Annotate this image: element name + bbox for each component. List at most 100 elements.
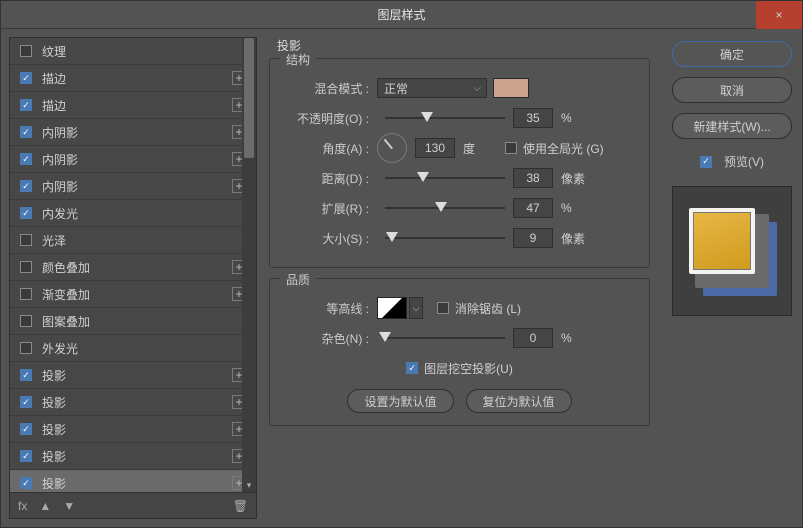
contour-picker[interactable]: [377, 297, 407, 319]
effect-row-13[interactable]: 投影: [10, 389, 256, 416]
effect-row-4[interactable]: 内阴影: [10, 146, 256, 173]
contour-chevron-icon[interactable]: ⌵: [409, 297, 423, 319]
quality-group: 品质 等高线 : ⌵ 消除锯齿 (L) 杂色(N) : 0 %: [269, 278, 650, 426]
effect-row-8[interactable]: 颜色叠加: [10, 254, 256, 281]
move-up-icon[interactable]: ▲: [39, 499, 51, 513]
ok-button[interactable]: 确定: [672, 41, 792, 67]
effect-row-6[interactable]: 内发光: [10, 200, 256, 227]
effect-checkbox[interactable]: [20, 153, 32, 165]
antialias-checkbox[interactable]: [437, 302, 449, 314]
effect-label: 内阴影: [42, 124, 78, 141]
angle-dial[interactable]: [377, 133, 407, 163]
effect-checkbox[interactable]: [20, 126, 32, 138]
effect-checkbox[interactable]: [20, 99, 32, 111]
noise-slider[interactable]: [385, 330, 505, 346]
structure-group: 结构 混合模式 : 正常 不透明度(O) : 35 % 角度(A) : 130 …: [269, 58, 650, 268]
effect-row-0[interactable]: 纹理: [10, 38, 256, 65]
distance-slider[interactable]: [385, 170, 505, 186]
size-label: 大小(S) :: [282, 230, 377, 247]
preview-checkbox[interactable]: [700, 156, 712, 168]
distance-input[interactable]: 38: [513, 168, 553, 188]
opacity-label: 不透明度(O) :: [282, 110, 377, 127]
effect-row-9[interactable]: 渐变叠加: [10, 281, 256, 308]
preview-label: 预览(V): [724, 153, 764, 170]
angle-input[interactable]: 130: [415, 138, 455, 158]
effect-row-1[interactable]: 描边: [10, 65, 256, 92]
effect-checkbox[interactable]: [20, 342, 32, 354]
effect-row-5[interactable]: 内阴影: [10, 173, 256, 200]
global-light-label: 使用全局光 (G): [523, 140, 604, 157]
effect-label: 纹理: [42, 43, 66, 60]
effect-label: 投影: [42, 394, 66, 411]
blend-mode-label: 混合模式 :: [282, 80, 377, 97]
effect-row-2[interactable]: 描边: [10, 92, 256, 119]
structure-legend: 结构: [280, 51, 316, 68]
scroll-thumb[interactable]: [244, 38, 254, 158]
effect-checkbox[interactable]: [20, 396, 32, 408]
effect-label: 颜色叠加: [42, 259, 90, 276]
global-light-checkbox[interactable]: [505, 142, 517, 154]
shadow-color-swatch[interactable]: [493, 78, 529, 98]
spread-input[interactable]: 47: [513, 198, 553, 218]
make-default-button[interactable]: 设置为默认值: [347, 389, 453, 413]
effect-label: 图案叠加: [42, 313, 90, 330]
opacity-input[interactable]: 35: [513, 108, 553, 128]
trash-icon[interactable]: 🗑: [233, 499, 248, 513]
effect-row-16[interactable]: 投影: [10, 470, 256, 492]
effect-row-12[interactable]: 投影: [10, 362, 256, 389]
effect-label: 投影: [42, 448, 66, 465]
effect-label: 描边: [42, 70, 66, 87]
opacity-slider[interactable]: [385, 110, 505, 126]
contour-label: 等高线 :: [282, 300, 377, 317]
effect-label: 描边: [42, 97, 66, 114]
fx-icon[interactable]: fx: [18, 499, 27, 513]
scroll-down-icon[interactable]: ▾: [242, 478, 256, 492]
effect-checkbox[interactable]: [20, 288, 32, 300]
effect-checkbox[interactable]: [20, 45, 32, 57]
effects-sidebar: 纹理描边描边内阴影内阴影内阴影内发光光泽颜色叠加渐变叠加图案叠加外发光投影投影投…: [9, 37, 257, 519]
opacity-unit: %: [561, 111, 591, 125]
effect-label: 光泽: [42, 232, 66, 249]
close-button[interactable]: ×: [756, 1, 802, 29]
noise-input[interactable]: 0: [513, 328, 553, 348]
move-down-icon[interactable]: ▼: [63, 499, 75, 513]
window-title: 图层样式: [377, 6, 425, 23]
close-icon: ×: [775, 8, 782, 22]
effect-checkbox[interactable]: [20, 207, 32, 219]
effect-row-10[interactable]: 图案叠加: [10, 308, 256, 335]
effect-label: 投影: [42, 475, 66, 492]
effect-row-7[interactable]: 光泽: [10, 227, 256, 254]
effect-checkbox[interactable]: [20, 450, 32, 462]
effect-checkbox[interactable]: [20, 369, 32, 381]
knockout-label: 图层挖空投影(U): [424, 360, 513, 377]
preview-thumbnail: [672, 186, 792, 316]
titlebar: 图层样式 ×: [1, 1, 802, 29]
reset-default-button[interactable]: 复位为默认值: [466, 389, 572, 413]
quality-legend: 品质: [280, 271, 316, 288]
scrollbar[interactable]: ▴ ▾: [242, 38, 256, 492]
knockout-checkbox[interactable]: [406, 362, 418, 374]
action-column: 确定 取消 新建样式(W)... 预览(V): [662, 29, 802, 527]
effects-footer: fx ▲ ▼ 🗑: [10, 492, 256, 518]
cancel-button[interactable]: 取消: [672, 77, 792, 103]
effect-row-15[interactable]: 投影: [10, 443, 256, 470]
effect-checkbox[interactable]: [20, 315, 32, 327]
effect-label: 内阴影: [42, 151, 78, 168]
effect-row-14[interactable]: 投影: [10, 416, 256, 443]
blend-mode-select[interactable]: 正常: [377, 78, 487, 98]
effects-list[interactable]: 纹理描边描边内阴影内阴影内阴影内发光光泽颜色叠加渐变叠加图案叠加外发光投影投影投…: [10, 38, 256, 492]
effect-row-3[interactable]: 内阴影: [10, 119, 256, 146]
size-slider[interactable]: [385, 230, 505, 246]
effect-checkbox[interactable]: [20, 261, 32, 273]
effect-checkbox[interactable]: [20, 180, 32, 192]
noise-label: 杂色(N) :: [282, 330, 377, 347]
effect-checkbox[interactable]: [20, 72, 32, 84]
effect-checkbox[interactable]: [20, 234, 32, 246]
new-style-button[interactable]: 新建样式(W)...: [672, 113, 792, 139]
effect-checkbox[interactable]: [20, 423, 32, 435]
effect-row-11[interactable]: 外发光: [10, 335, 256, 362]
spread-slider[interactable]: [385, 200, 505, 216]
size-input[interactable]: 9: [513, 228, 553, 248]
effect-checkbox[interactable]: [20, 477, 32, 489]
antialias-label: 消除锯齿 (L): [455, 300, 521, 317]
